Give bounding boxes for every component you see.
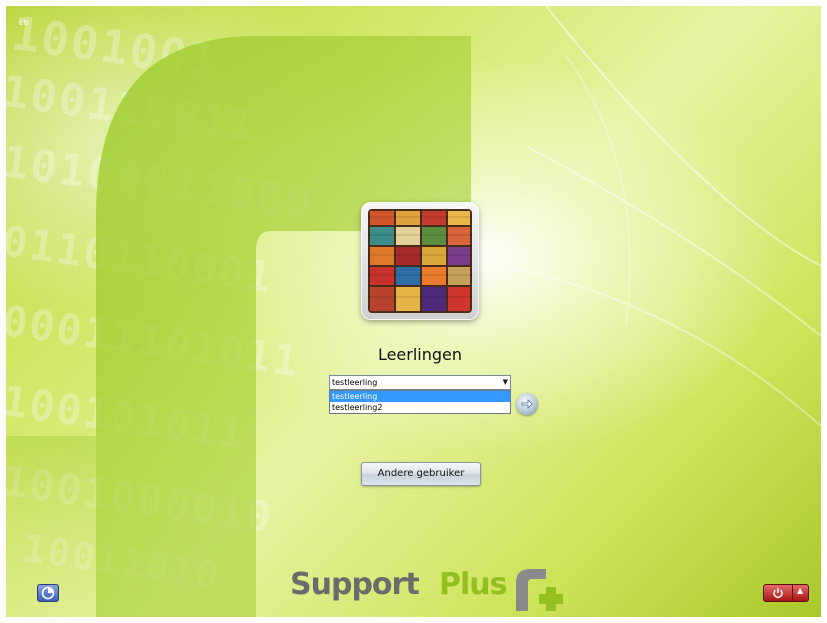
colorful-woven-fabric-image — [368, 209, 472, 313]
shutdown-button[interactable] — [764, 585, 793, 601]
arrow-right-icon — [521, 399, 533, 409]
account-name: Leerlingen — [377, 345, 463, 364]
language-indicator[interactable]: EN — [19, 19, 29, 27]
shutdown-options-button[interactable]: ▲ — [793, 585, 808, 601]
user-select-value: testleerling — [332, 378, 378, 387]
support-plus-logo: Support Plus — [290, 565, 590, 611]
user-select-dropdown[interactable]: testleerling ▼ — [329, 375, 511, 390]
power-controls: ▲ — [763, 584, 809, 602]
user-dropdown-list: testleerling testleerling2 — [329, 390, 511, 414]
other-user-button[interactable]: Andere gebruiker — [361, 462, 481, 486]
dropdown-option[interactable]: testleerling2 — [330, 402, 510, 413]
brand-word-support: Support — [290, 567, 420, 602]
power-icon — [773, 588, 783, 599]
user-account-picture — [361, 202, 479, 320]
chevron-up-icon: ▲ — [797, 586, 804, 595]
ease-of-access-button[interactable] — [37, 584, 59, 602]
support-plus-logo-icon — [516, 569, 563, 611]
ease-of-access-icon — [41, 586, 55, 600]
brand-word-plus: Plus — [439, 567, 507, 602]
dropdown-arrow-icon[interactable]: ▼ — [503, 376, 508, 389]
dropdown-option[interactable]: testleerling — [330, 391, 510, 402]
login-go-button[interactable] — [516, 393, 538, 415]
